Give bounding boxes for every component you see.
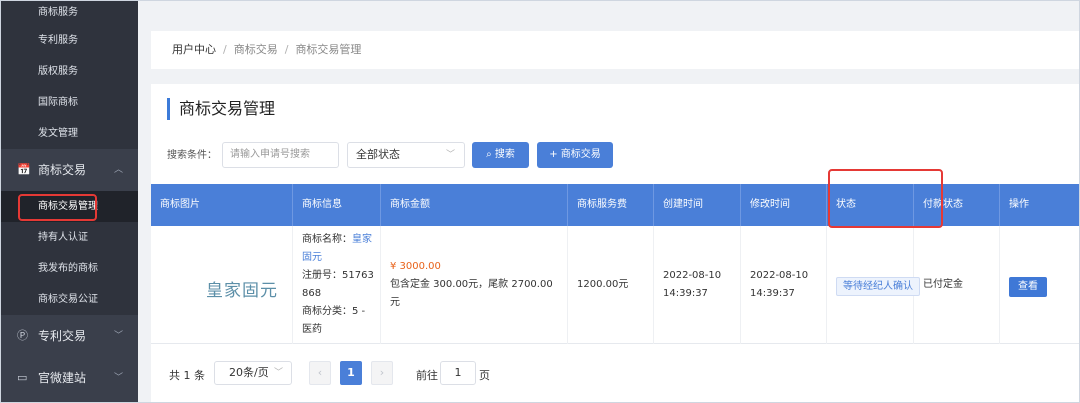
status-badge: 等待经纪人确认 (836, 277, 920, 296)
registration-number: 注册号：51763868 (302, 270, 374, 299)
search-button[interactable]: ⌕ 搜索 (472, 142, 529, 168)
chevron-down-icon: ﹀ (114, 373, 124, 383)
chevron-left-icon: ‹ (317, 366, 323, 379)
cell-action: 查看 (1000, 226, 1079, 344)
breadcrumb-level1[interactable]: 商标交易 (234, 43, 278, 56)
cell-status: 等待经纪人确认 (827, 226, 920, 344)
trademark-class: 商标分类：5 - 医药 (302, 306, 366, 335)
search-input[interactable]: 请输入申请号搜索 (222, 142, 339, 168)
sidebar-item-international-trademark[interactable]: 国际商标 (1, 87, 138, 118)
sidebar-item-copyright-service[interactable]: 版权服务 (1, 56, 138, 87)
prev-page-button[interactable]: ‹ (309, 361, 331, 385)
header-service-fee: 商标服务费 (568, 184, 654, 226)
sidebar-item-trademark-service[interactable]: 商标服务 (1, 1, 138, 25)
sidebar-item-trademark-notarization[interactable]: 商标交易公证 (1, 284, 138, 315)
header-action: 操作 (1009, 199, 1029, 210)
monitor-icon: ▭ (17, 371, 28, 384)
next-page-button[interactable]: › (371, 361, 393, 385)
sidebar-group-site-builder[interactable]: ▭ 官微建站 ﹀ (1, 357, 138, 399)
page-title: 商标交易管理 (167, 98, 275, 120)
search-label: 搜索条件： (167, 150, 217, 161)
content-panel: 商标交易管理 搜索条件： 请输入申请号搜索 全部状态 ﹀ ⌕ 搜索 + 商标交易… (151, 84, 1079, 402)
total-count: 共 1 条 (169, 369, 205, 382)
sidebar: 商标服务 专利服务 版权服务 国际商标 发文管理 📅 商标交易 ︿ 商标交易管理… (1, 1, 138, 402)
sidebar-group-patent-trade[interactable]: Ⓟ 专利交易 ﹀ (1, 315, 138, 357)
amount-detail: 包含定金 300.00元，尾款 2700.00元 (390, 279, 553, 308)
main-content: 用户中心 / 商标交易 / 商标交易管理 商标交易管理 搜索条件： 请输入申请号搜索 全… (138, 1, 1079, 402)
search-icon: ⌕ (486, 149, 492, 160)
sidebar-item-holder-certification[interactable]: 持有人认证 (1, 222, 138, 253)
chevron-up-icon: ︿ (114, 165, 124, 175)
sidebar-group-trademark-trade[interactable]: 📅 商标交易 ︿ (1, 149, 138, 191)
table-row: 皇家固元 商标名称：皇家固元 注册号：51763868 商标分类：5 - 医药 … (151, 226, 1079, 344)
breadcrumb-level2: 商标交易管理 (295, 43, 362, 56)
goto-unit: 页 (479, 369, 490, 382)
shop-icon: 📅 (17, 163, 31, 176)
goto-label: 前往 (416, 369, 438, 382)
chevron-right-icon: › (379, 366, 385, 379)
status-highlight-box (828, 169, 943, 228)
sidebar-item-document-management[interactable]: 发文管理 (1, 118, 138, 149)
page-size-select[interactable]: 20条/页 ﹀ (214, 361, 292, 385)
header-amount: 商标金额 (381, 184, 568, 226)
header-modified: 修改时间 (741, 184, 827, 226)
goto-page-input[interactable]: 1 (440, 361, 476, 385)
breadcrumb-home[interactable]: 用户中心 (172, 43, 216, 56)
sidebar-item-trademark-trade-management[interactable]: 商标交易管理 (1, 191, 138, 222)
breadcrumb: 用户中心 / 商标交易 / 商标交易管理 (151, 31, 1079, 69)
header-info: 商标信息 (293, 184, 381, 226)
cell-info: 商标名称：皇家固元 注册号：51763868 商标分类：5 - 医药 (293, 226, 381, 344)
sidebar-service-list: 商标服务 专利服务 版权服务 国际商标 发文管理 (1, 1, 138, 149)
sidebar-item-patent-service[interactable]: 专利服务 (1, 25, 138, 56)
add-trademark-trade-button[interactable]: + 商标交易 (537, 142, 613, 168)
amount-value: ¥ 3000.00 (390, 261, 441, 272)
plus-icon: + (549, 149, 558, 160)
cell-created: 2022-08-10 14:39:37 (654, 226, 741, 344)
cell-logo: 皇家固元 (151, 226, 293, 344)
chevron-down-icon: ﹀ (114, 331, 124, 341)
view-button[interactable]: 查看 (1009, 277, 1047, 297)
trademark-logo: 皇家固元 (206, 281, 278, 301)
chevron-down-icon: ﹀ (445, 150, 455, 160)
page-button-current[interactable]: 1 (340, 361, 362, 385)
sidebar-item-my-trademarks[interactable]: 我发布的商标 (1, 253, 138, 284)
status-select[interactable]: 全部状态 ﹀ (347, 142, 465, 168)
sidebar-trademark-sublist: 商标交易管理 持有人认证 我发布的商标 商标交易公证 (1, 191, 138, 315)
patent-icon: Ⓟ (17, 329, 28, 342)
cell-amount: ¥ 3000.00 包含定金 300.00元，尾款 2700.00元 (381, 226, 568, 344)
header-created: 创建时间 (654, 184, 741, 226)
cell-service-fee: 1200.00元 (568, 226, 654, 344)
cell-modified: 2022-08-10 14:39:37 (741, 226, 827, 344)
cell-pay-status: 已付定金 (914, 226, 1000, 344)
highlight-box (18, 194, 97, 221)
header-logo: 商标图片 (151, 184, 293, 226)
chevron-down-icon: ﹀ (273, 368, 283, 378)
